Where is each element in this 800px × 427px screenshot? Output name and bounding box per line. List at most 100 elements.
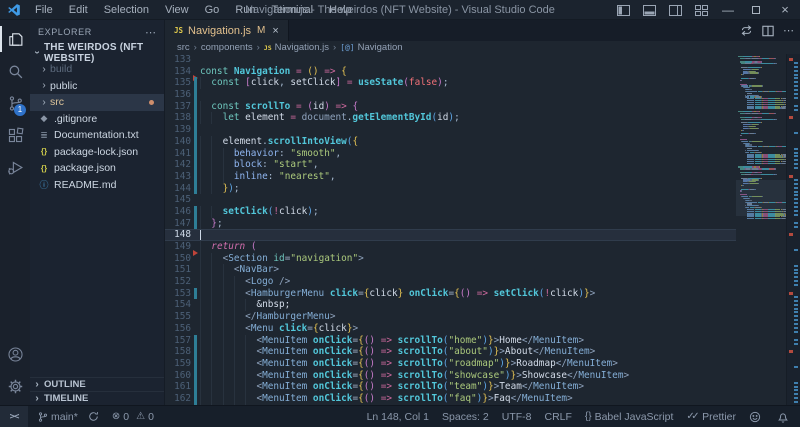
git-branch-item[interactable]: main*: [38, 411, 78, 423]
account-icon[interactable]: [0, 341, 30, 367]
more-actions-icon[interactable]: ⋯: [783, 24, 794, 37]
indent-guide: [223, 299, 224, 311]
code-line[interactable]: 147 };: [165, 218, 736, 230]
code-line[interactable]: 156 <Menu click={click}>: [165, 323, 736, 335]
code-line[interactable]: 153 <HamburgerMenu click={click} onClick…: [165, 288, 736, 300]
minimize-button[interactable]: —: [714, 0, 742, 20]
timeline-section[interactable]: › TIMELINE: [30, 391, 164, 405]
item-label: package-lock.json: [54, 146, 138, 158]
code-line[interactable]: 157 <MenuItem onClick={() => scrollTo("h…: [165, 335, 736, 347]
close-tab-icon[interactable]: ×: [272, 25, 278, 37]
cursor-position[interactable]: Ln 148, Col 1: [367, 411, 429, 423]
breadcrumb-item-navigation[interactable]: Navigation: [358, 42, 403, 53]
eol-setting[interactable]: CRLF: [544, 411, 571, 423]
sync-changes-item[interactable]: [88, 411, 102, 422]
menu-go[interactable]: Go: [197, 0, 228, 20]
code-line[interactable]: 151 <NavBar>: [165, 264, 736, 276]
code-line[interactable]: 144 });: [165, 183, 736, 195]
open-changes-icon[interactable]: [740, 24, 753, 37]
folder-src[interactable]: ›src: [30, 94, 164, 111]
file-package-json[interactable]: {}package.json: [30, 160, 164, 177]
toggle-sidebar-icon[interactable]: [610, 0, 636, 20]
folder-public[interactable]: ›public: [30, 78, 164, 95]
code-line[interactable]: 140 element.scrollIntoView({: [165, 136, 736, 148]
file-documentation-txt[interactable]: ≣Documentation.txt: [30, 127, 164, 144]
encoding-setting[interactable]: UTF-8: [502, 411, 532, 423]
folder-build[interactable]: ›build: [30, 61, 164, 78]
toggle-panel-icon[interactable]: [636, 0, 662, 20]
code-text: inline: "nearest",: [200, 171, 736, 183]
menu-run[interactable]: Run: [227, 0, 263, 20]
code-line[interactable]: 162 <MenuItem onClick={() => scrollTo("f…: [165, 393, 736, 405]
code-line[interactable]: 134const Navigation = () => {: [165, 66, 736, 78]
code-line[interactable]: 158 <MenuItem onClick={() => scrollTo("a…: [165, 346, 736, 358]
timeline-label: TIMELINE: [44, 393, 88, 404]
git-gutter-mod: [191, 370, 200, 382]
formatter-item[interactable]: ✓✓ Prettier: [686, 411, 736, 423]
feedback-smiley-icon[interactable]: [749, 411, 764, 423]
code-line[interactable]: 139: [165, 124, 736, 136]
menu-help[interactable]: Help: [321, 0, 360, 20]
search-icon[interactable]: [0, 58, 30, 84]
code-line[interactable]: 155 </HamburgerMenu>: [165, 311, 736, 323]
breadcrumb-item-components[interactable]: components: [201, 42, 253, 53]
file-readme-md[interactable]: ⓘREADME.md: [30, 177, 164, 194]
customize-layout-icon[interactable]: [688, 0, 714, 20]
notifications-bell-icon[interactable]: [777, 411, 792, 423]
code-line[interactable]: 142 block: "start",: [165, 159, 736, 171]
code-line[interactable]: 136: [165, 89, 736, 101]
language-mode[interactable]: {} Babel JavaScript: [585, 411, 673, 423]
code-line[interactable]: 135 const [click, setClick] = useState(f…: [165, 77, 736, 89]
file-package-lock-json[interactable]: {}package-lock.json: [30, 144, 164, 161]
code-line[interactable]: 159 <MenuItem onClick={() => scrollTo("r…: [165, 358, 736, 370]
code-editor[interactable]: 133134const Navigation = () => {135 cons…: [165, 54, 736, 405]
menu-terminal[interactable]: Terminal: [264, 0, 322, 20]
code-line[interactable]: 138 let element = document.getElementByI…: [165, 112, 736, 124]
explorer-icon[interactable]: [0, 26, 30, 52]
maximize-button[interactable]: [742, 0, 770, 20]
code-line[interactable]: 152 <Logo />: [165, 276, 736, 288]
menu-file[interactable]: File: [27, 0, 61, 20]
code-line[interactable]: 141 behavior: "smooth",: [165, 148, 736, 160]
source-control-icon[interactable]: 1: [0, 90, 30, 116]
outline-section[interactable]: › OUTLINE: [30, 377, 164, 391]
code-line[interactable]: 145: [165, 194, 736, 206]
breadcrumb-item-navigation-js[interactable]: Navigation.js: [275, 42, 329, 53]
indent-guide: [200, 358, 201, 370]
settings-gear-icon[interactable]: [0, 373, 30, 399]
ruler-mod-mark: [794, 300, 798, 302]
toggle-secondary-sidebar-icon[interactable]: [662, 0, 688, 20]
code-line[interactable]: 146 setClick(!click);: [165, 206, 736, 218]
ruler-mod-mark: [794, 202, 798, 204]
code-line[interactable]: 161 <MenuItem onClick={() => scrollTo("t…: [165, 381, 736, 393]
tab-navigation-js[interactable]: JS Navigation.js M ×: [165, 20, 289, 41]
code-line[interactable]: 160 <MenuItem onClick={() => scrollTo("s…: [165, 370, 736, 382]
remote-indicator[interactable]: ><: [0, 406, 28, 427]
explorer-more-icon[interactable]: ⋯: [145, 26, 156, 39]
code-line[interactable]: 148: [165, 229, 736, 241]
indent-guide: [245, 381, 246, 393]
code-line[interactable]: 154 &nbsp;: [165, 299, 736, 311]
code-line[interactable]: 150 <Section id="navigation">: [165, 253, 736, 265]
close-button[interactable]: ×: [770, 0, 800, 20]
split-editor-icon[interactable]: [762, 25, 774, 37]
menu-view[interactable]: View: [157, 0, 197, 20]
extensions-icon[interactable]: [0, 122, 30, 148]
explorer-header[interactable]: EXPLORER ⋯: [30, 20, 164, 44]
code-line[interactable]: 143 inline: "nearest",: [165, 171, 736, 183]
code-line[interactable]: 137 const scrollTo = (id) => {: [165, 101, 736, 113]
file--gitignore[interactable]: ◆.gitignore: [30, 111, 164, 128]
run-and-debug-icon[interactable]: [0, 154, 30, 180]
line-number: 154: [165, 299, 191, 311]
problems-item[interactable]: ⊗ 0 ⚠ 0: [112, 411, 154, 423]
indentation-setting[interactable]: Spaces: 2: [442, 411, 489, 423]
code-line[interactable]: 133: [165, 54, 736, 66]
code-line[interactable]: 149 return (: [165, 241, 736, 253]
minimap[interactable]: [736, 54, 786, 224]
ruler-mod-mark: [794, 280, 798, 282]
menu-selection[interactable]: Selection: [96, 0, 157, 20]
menu-edit[interactable]: Edit: [61, 0, 96, 20]
workspace-section-header[interactable]: › THE WEIRDOS (NFT WEBSITE): [30, 44, 164, 61]
indent-guide: [211, 335, 212, 347]
breadcrumb-item-src[interactable]: src: [177, 42, 190, 53]
